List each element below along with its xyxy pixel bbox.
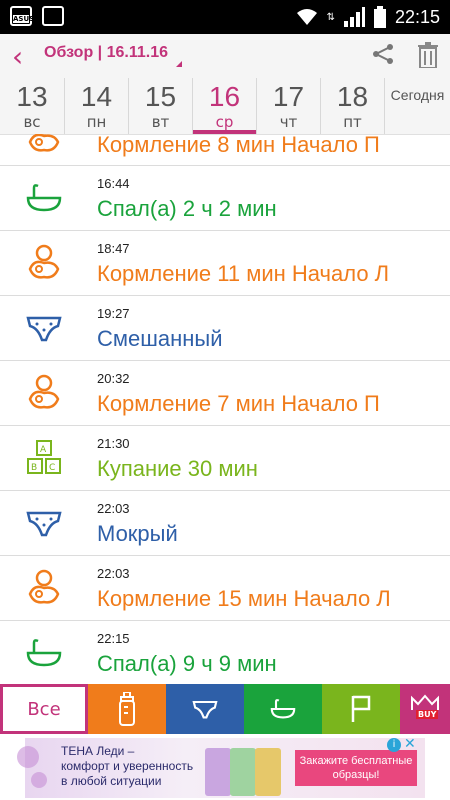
image-notification-icon xyxy=(42,6,64,26)
entry-text: Смешанный xyxy=(97,326,223,351)
product-image xyxy=(255,748,281,796)
buy-icon: BUY xyxy=(410,694,440,724)
status-notifications: ASUS xyxy=(10,6,64,26)
tab-sleep[interactable] xyxy=(244,684,322,734)
status-indicators: ⇅ 22:15 xyxy=(295,0,440,34)
entry-text: Спал(а) 9 ч 9 мин xyxy=(97,651,277,676)
tab-all[interactable]: Все xyxy=(0,684,88,734)
list-item[interactable]: AB C 21:30 Купание 30 мин xyxy=(0,426,450,491)
flower-decoration xyxy=(31,772,47,788)
day-tab-15[interactable]: 15 вт xyxy=(128,78,192,134)
feeding-icon xyxy=(28,244,60,279)
battery-icon xyxy=(373,6,386,28)
entry-time: 22:03 xyxy=(97,566,130,581)
list-item[interactable]: 22:03 Мокрый xyxy=(0,491,450,556)
diaper-icon xyxy=(26,511,62,537)
ad-text: ТЕНА Леди – комфорт и уверенность в любо… xyxy=(61,744,193,789)
page-title[interactable]: Обзор | 16.11.16 xyxy=(44,44,168,62)
ad-banner[interactable]: ТЕНА Леди – комфорт и уверенность в любо… xyxy=(0,734,450,800)
clock: 22:15 xyxy=(394,6,440,27)
list-item[interactable]: Кормление 8 мин Начало П xyxy=(0,134,450,166)
asus-notification-icon: ASUS xyxy=(10,6,34,26)
entry-time: 16:44 xyxy=(97,176,130,191)
ad-cta-button[interactable]: Закажите бесплатные образцы! xyxy=(295,750,417,786)
status-bar: ASUS ⇅ 22:15 xyxy=(0,0,450,34)
activity-list[interactable]: Кормление 8 мин Начало П 16:44 Спал(а) 2… xyxy=(0,134,450,684)
wifi-icon xyxy=(296,9,317,25)
entry-time: 18:47 xyxy=(97,241,130,256)
sleep-icon xyxy=(26,639,62,667)
dropdown-corner-icon xyxy=(176,61,182,67)
entry-text: Кормление 11 мин Начало Л xyxy=(97,261,390,286)
svg-text:C: C xyxy=(49,463,55,473)
day-tab-16-selected[interactable]: 16 ср xyxy=(192,78,256,134)
ad-content[interactable]: ТЕНА Леди – комфорт и уверенность в любо… xyxy=(17,738,425,798)
tab-buy[interactable]: BUY xyxy=(400,684,450,734)
ad-line: ТЕНА Леди – xyxy=(61,744,135,758)
entry-text: Кормление 7 мин Начало П xyxy=(97,391,380,416)
today-tab[interactable]: Сегодня xyxy=(384,78,450,134)
flag-icon xyxy=(351,695,371,722)
feeding-icon xyxy=(28,569,60,604)
svg-text:A: A xyxy=(40,445,47,455)
diaper-icon xyxy=(26,316,62,342)
trash-icon[interactable] xyxy=(416,42,440,68)
entry-text: Кормление 15 мин Начало Л xyxy=(97,586,391,611)
list-item[interactable]: 22:15 Спал(а) 9 ч 9 мин xyxy=(0,621,450,684)
ad-line: комфорт и уверенность xyxy=(61,759,194,773)
feeding-icon xyxy=(28,374,60,409)
entry-time: 22:15 xyxy=(97,631,130,646)
entry-text: Мокрый xyxy=(97,521,178,546)
entry-text: Кормление 8 мин Начало П xyxy=(97,134,380,157)
diaper-icon xyxy=(192,700,218,719)
tab-diaper[interactable] xyxy=(166,684,244,734)
entry-text: Купание 30 мин xyxy=(97,456,258,481)
svg-text:B: B xyxy=(31,463,37,473)
list-item[interactable]: 19:27 Смешанный xyxy=(0,296,450,361)
flower-decoration xyxy=(17,746,39,768)
ad-close-icon[interactable]: ✕ xyxy=(404,736,416,752)
product-image xyxy=(205,748,231,796)
list-item[interactable]: 22:03 Кормление 15 мин Начало Л xyxy=(0,556,450,621)
entry-time: 22:03 xyxy=(97,501,130,516)
cradle-icon xyxy=(270,699,296,719)
day-tab-14[interactable]: 14 пн xyxy=(64,78,128,134)
sleep-icon xyxy=(26,184,62,212)
day-tab-13[interactable]: 13 вс xyxy=(0,78,64,134)
data-arrows-icon: ⇅ xyxy=(326,11,335,23)
back-icon[interactable]: ‹ xyxy=(12,40,23,73)
day-tab-17[interactable]: 17 чт xyxy=(256,78,320,134)
category-tab-bar: Все BUY xyxy=(0,684,450,734)
day-tab-18[interactable]: 18 пт xyxy=(320,78,384,134)
tab-activity[interactable] xyxy=(322,684,400,734)
entry-time: 20:32 xyxy=(97,371,130,386)
tab-feeding[interactable] xyxy=(88,684,166,734)
list-item[interactable]: 18:47 Кормление 11 мин Начало Л xyxy=(0,231,450,296)
ad-info-icon[interactable]: i xyxy=(387,738,401,752)
app-header: ‹ Обзор | 16.11.16 xyxy=(0,34,450,78)
feeding-icon xyxy=(28,134,60,152)
list-item[interactable]: 20:32 Кормление 7 мин Начало П xyxy=(0,361,450,426)
product-image xyxy=(230,748,256,796)
bath-blocks-icon: AB C xyxy=(27,440,61,474)
share-icon[interactable] xyxy=(371,42,395,66)
buy-label: BUY xyxy=(416,710,439,719)
day-selector: 13 вс 14 пн 15 вт 16 ср 17 чт 18 пт Сегодня xyxy=(0,78,450,135)
entry-time: 19:27 xyxy=(97,306,130,321)
bottle-icon xyxy=(119,692,135,726)
entry-text: Спал(а) 2 ч 2 мин xyxy=(97,196,277,221)
entry-time: 21:30 xyxy=(97,436,130,451)
list-item[interactable]: 16:44 Спал(а) 2 ч 2 мин xyxy=(0,166,450,231)
signal-icon xyxy=(343,7,365,27)
ad-line: в любой ситуации xyxy=(61,774,162,788)
